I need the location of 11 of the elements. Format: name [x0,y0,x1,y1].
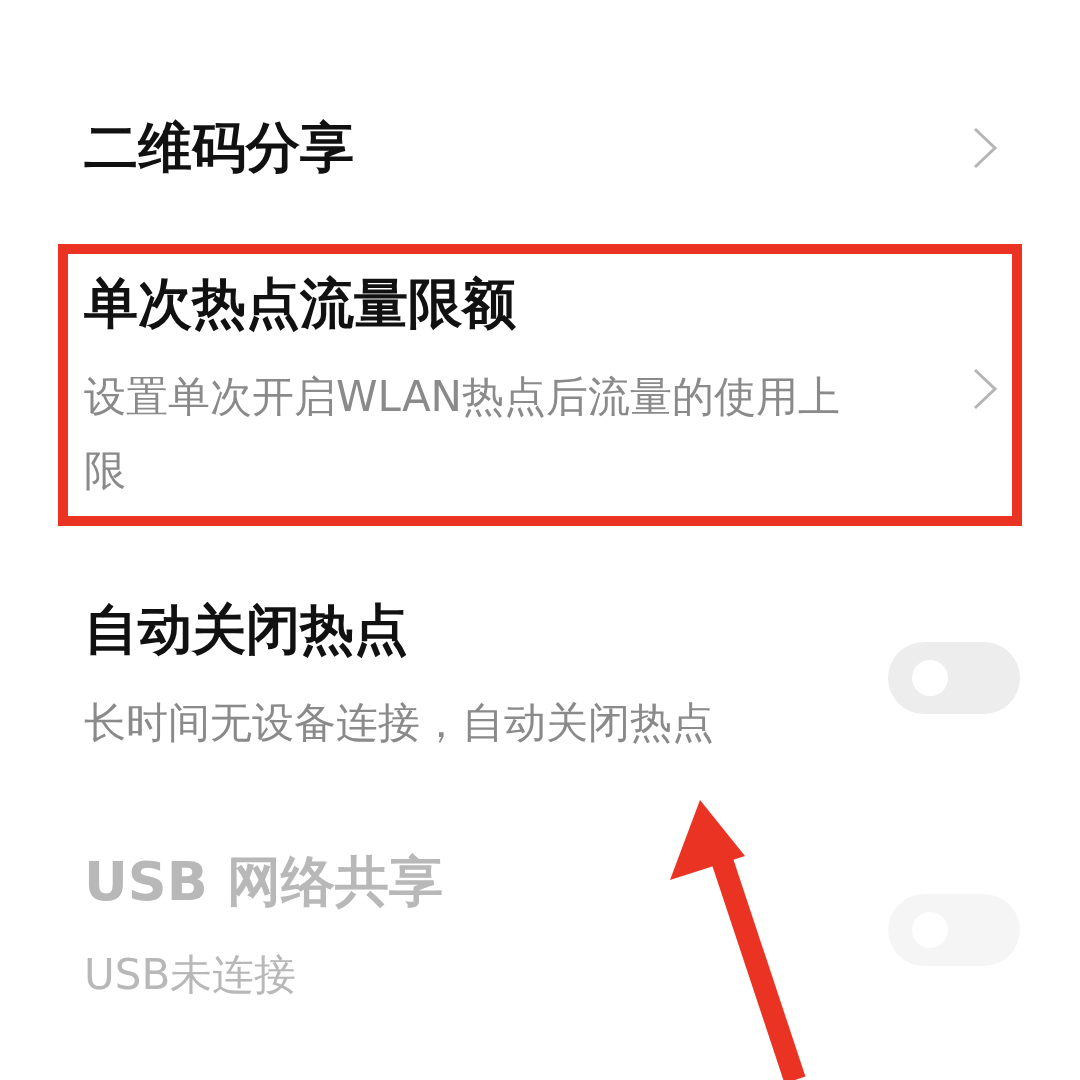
setting-description: USB未连接 [84,949,298,1001]
setting-title: 自动关闭热点 [84,597,409,663]
setting-title: USB 网络共享 [84,849,444,915]
setting-title: 单次热点流量限额 [84,271,517,337]
setting-description: 长时间无设备连接，自动关闭热点 [84,697,715,749]
setting-title: 二维码分享 [84,115,355,181]
setting-description: 设置单次开启WLAN热点后流量的使用上限 [84,371,842,497]
chevron-right-icon[interactable] [972,367,998,411]
settings-row[interactable]: 自动关闭热点 长时间无设备连接，自动关闭热点 [58,570,1022,778]
settings-row[interactable]: 二维码分享 [58,88,1022,200]
chevron-right-icon[interactable] [972,126,998,170]
